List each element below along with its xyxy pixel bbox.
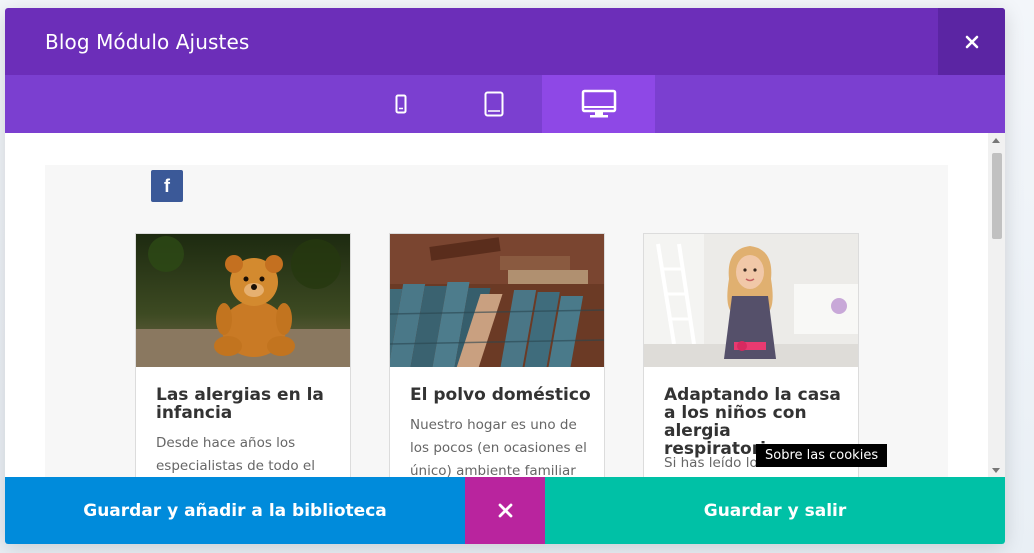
tab-tablet[interactable]	[437, 75, 550, 133]
facebook-icon: f	[164, 175, 170, 196]
post-excerpt: Desde hace años los especialistas de tod…	[156, 432, 340, 477]
blog-post-card[interactable]: Las alergias en la infancia Desde hace a…	[135, 233, 351, 477]
excerpt-line: especialistas de todo el	[156, 458, 315, 474]
device-tabs	[5, 75, 1005, 133]
close-icon	[498, 503, 512, 518]
excerpt-line: Desde hace años los	[156, 435, 296, 451]
post-image-girl[interactable]	[644, 234, 858, 367]
phone-icon	[395, 94, 406, 114]
post-image-teddy-bear[interactable]	[136, 234, 350, 367]
save-and-exit-button[interactable]: Guardar y salir	[545, 477, 1005, 544]
close-icon	[965, 35, 978, 48]
desktop-icon	[581, 89, 616, 118]
close-button[interactable]	[938, 8, 1005, 75]
post-title[interactable]: El polvo doméstico	[410, 386, 594, 404]
modal-footer: Guardar y añadir a la biblioteca Guardar…	[5, 477, 1005, 544]
facebook-share-button[interactable]: f	[151, 170, 183, 202]
tablet-icon	[484, 91, 503, 117]
excerpt-line: único) ambiente familiar	[410, 463, 576, 477]
scroll-thumb[interactable]	[992, 153, 1002, 239]
vertical-scrollbar[interactable]	[988, 133, 1005, 477]
tab-desktop[interactable]	[542, 75, 655, 133]
post-image-old-books[interactable]	[390, 234, 604, 367]
post-excerpt: Nuestro hogar es uno de los pocos (en oc…	[410, 414, 594, 477]
blog-post-card[interactable]: El polvo doméstico Nuestro hogar es uno …	[389, 233, 605, 477]
scroll-up-arrow-icon[interactable]	[992, 138, 1000, 143]
excerpt-line: Nuestro hogar es uno de	[410, 417, 577, 433]
blog-preview: f Las alergias en la infancia Desde hace…	[45, 165, 948, 477]
scroll-down-arrow-icon[interactable]	[992, 468, 1000, 473]
cookies-tooltip[interactable]: Sobre las cookies	[756, 444, 888, 467]
modal-title: Blog Módulo Ajustes	[45, 30, 250, 54]
modal-header: Blog Módulo Ajustes	[5, 8, 1005, 75]
excerpt-line: los pocos (en ocasiones el	[410, 440, 587, 456]
post-title[interactable]: Las alergias en la infancia	[156, 386, 340, 422]
blog-post-card[interactable]: Adaptando la casa a los niños con alergi…	[643, 233, 859, 477]
discard-button[interactable]	[465, 477, 545, 544]
save-and-add-to-library-button[interactable]: Guardar y añadir a la biblioteca	[5, 477, 465, 544]
preview-area: f Las alergias en la infancia Desde hace…	[5, 133, 1005, 477]
